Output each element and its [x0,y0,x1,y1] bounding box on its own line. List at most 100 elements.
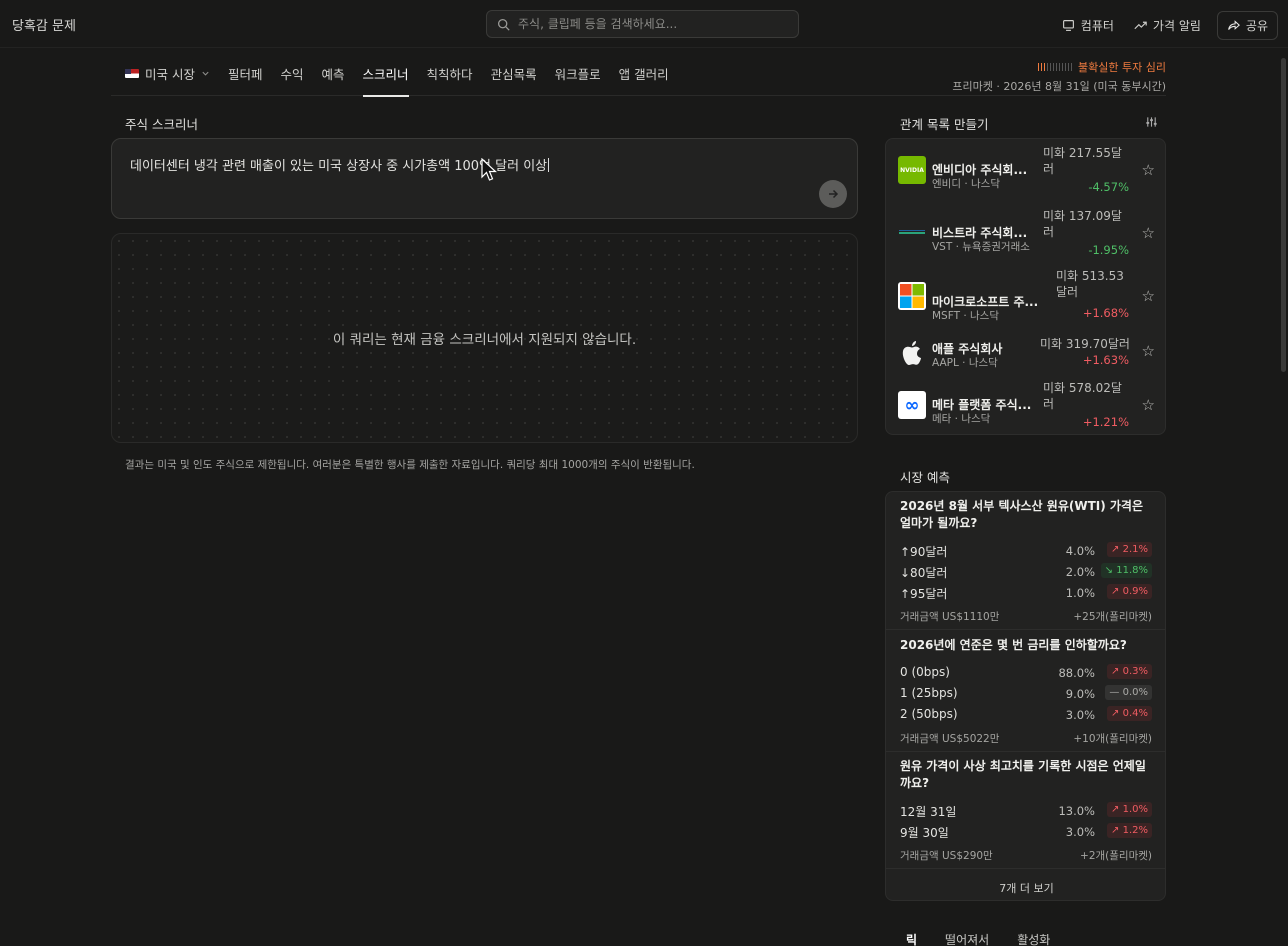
bottom-tab-0[interactable]: 릭 [906,931,917,946]
option-change: ↗ 0.3% [1107,664,1152,679]
option-label: 1 (25bps) [900,686,958,700]
sentiment-bar [1052,63,1055,71]
option-probability: 4.0% [1065,544,1095,558]
divider [886,868,1165,869]
prediction-option[interactable]: 0 (0bps) 88.0% ↗ 0.3% [900,664,1152,682]
microsoft-logo-icon [898,282,926,310]
tab-1[interactable]: 수익 [281,64,304,97]
bottom-tab-1[interactable]: 떨어져서 [945,931,989,946]
monitor-icon [1062,20,1074,31]
search-box[interactable] [486,10,799,38]
option-probability: 2.0% [1065,565,1095,579]
predictions-card: 2026년 8월 서부 텍사스산 원유(WTI) 가격은 얼마가 될까요? ↑90… [885,491,1166,901]
stock-exchange: 엔비디 · 나스닥 [932,178,1000,190]
star-icon[interactable]: ☆ [1142,396,1155,414]
tab-2[interactable]: 예측 [322,64,345,97]
prediction-option[interactable]: 12월 31일 13.0% ↗ 1.0% [900,802,1152,820]
stock-exchange: VST · 뉴욕증권거래소 [932,241,1030,253]
scrollbar-thumb[interactable] [1281,58,1286,372]
unsupported-message: 이 쿼리는 현재 금융 스크리너에서 지원되지 않습니다. [332,332,637,348]
market-status: 불확실한 투자 심리 프리마켓 · 2026년 8월 31일 (미국 동부시간) [952,59,1166,94]
text-caret [548,158,550,172]
sentiment-label: 불확실한 투자 심리 [1078,61,1166,74]
sliders-icon[interactable] [1145,116,1158,128]
watchlist-item[interactable]: NVIDIA 엔비디아 주식회... 엔비디 · 나스닥 미화 217.55달러 -4.… [886,143,1167,197]
option-label: 2 (50bps) [900,707,958,721]
prediction-option[interactable]: 9월 30일 3.0% ↗ 1.2% [900,823,1152,841]
sentiment-bar [1046,63,1049,71]
option-probability: 3.0% [1065,708,1095,722]
share-icon [1228,20,1240,30]
tab-7[interactable]: 앱 갤러리 [619,64,669,97]
sentiment-indicator[interactable]: 불확실한 투자 심리 [952,59,1166,75]
share-button[interactable]: 공유 [1216,11,1278,40]
sentiment-bar [1064,63,1067,71]
star-icon[interactable]: ☆ [1142,224,1155,242]
watchlist-title: 관계 목록 만들기 [900,117,989,132]
apple-logo-icon [898,339,926,367]
sentiment-bar [1055,63,1058,71]
prediction-footer: 거래금액 US$1110만 +25개(폴리마켓) [900,609,1152,624]
submit-query-button[interactable] [819,180,847,208]
option-change: ↗ 1.2% [1107,823,1152,838]
more-outcomes-link[interactable]: +10개(폴리마켓) [1073,731,1152,746]
sentiment-bar [1067,63,1070,71]
market-selector[interactable]: 미국 시장 [125,64,210,97]
prediction-option[interactable]: 2 (50bps) 3.0% ↗ 0.4% [900,706,1152,724]
tab-5[interactable]: 관심목록 [491,64,537,97]
stock-exchange: MSFT · 나스닥 [932,310,999,322]
divider [886,751,1165,752]
stock-price: 미화 137.09달러 [1043,209,1122,239]
trade-volume: 거래금액 US$5022만 [900,733,1000,745]
stock-change: -1.95% [1088,243,1129,257]
see-more-button[interactable]: 7개 더 보기 [886,880,1165,896]
mouse-cursor-icon [481,158,497,181]
brand-title[interactable]: 당혹감 문제 [12,15,76,34]
prediction-option[interactable]: ↓80달러 2.0% ↘ 11.8% [900,563,1152,581]
option-change: — 0.0% [1105,685,1152,700]
option-label: 0 (0bps) [900,665,950,679]
computer-button[interactable]: 컴퓨터 [1058,13,1118,38]
watchlist-item[interactable]: 애플 주식회사 AAPL · 나스닥 미화 319.70달러 +1.63% ☆ [886,326,1167,380]
star-icon[interactable]: ☆ [1142,287,1155,305]
tab-6[interactable]: 워크플로 [555,64,601,97]
prediction-option[interactable]: ↑90달러 4.0% ↗ 2.1% [900,542,1152,560]
tab-0[interactable]: 필터페 [228,64,263,97]
star-icon[interactable]: ☆ [1142,161,1155,179]
nvidia-logo-icon: NVIDIA [898,156,926,184]
option-probability: 3.0% [1065,825,1095,839]
prediction-question[interactable]: 원유 가격이 사상 최고치를 기록한 시점은 언제일까요? [900,758,1155,792]
watchlist-item[interactable]: 마이크로소프트 주... MSFT · 나스닥 미화 513.53달러 +1.68% ☆ [886,268,1167,332]
tab-3[interactable]: 스크리너 [362,64,409,97]
more-outcomes-link[interactable]: +25개(폴리마켓) [1073,609,1152,624]
watchlist-item[interactable]: 비스트라 주식회... VST · 뉴욕증권거래소 미화 137.09달러 -1.95… [886,206,1167,260]
star-icon[interactable]: ☆ [1142,342,1155,360]
sentiment-bar [1043,63,1046,71]
screener-title: 주식 스크리너 [125,117,198,132]
prediction-option[interactable]: 1 (25bps) 9.0% — 0.0% [900,685,1152,703]
top-bar: 당혹감 문제 컴퓨터 가격 알림 공유 [0,0,1288,48]
trade-volume: 거래금액 US$290만 [900,850,993,862]
option-label: 9월 30일 [900,826,949,840]
more-outcomes-link[interactable]: +2개(폴리마켓) [1080,848,1152,863]
sentiment-meter [1037,63,1073,71]
stock-change: +1.21% [1082,415,1129,429]
watchlist-item[interactable]: ∞ 메타 플랫폼 주식... 메타 · 나스닥 미화 578.02달러 +1.21% ☆ [886,378,1167,432]
option-label: ↑95달러 [900,587,948,601]
prediction-question[interactable]: 2026년 8월 서부 텍사스산 원유(WTI) 가격은 얼마가 될까요? [900,498,1155,532]
us-flag-icon [125,69,139,78]
share-label: 공유 [1245,19,1268,33]
sentiment-bar [1070,63,1073,71]
computer-label: 컴퓨터 [1080,19,1114,33]
bottom-tab-2[interactable]: 활성화 [1017,931,1050,946]
market-label: 미국 시장 [145,67,195,82]
search-input[interactable] [518,17,788,31]
tab-4[interactable]: 칙칙하다 [427,64,473,97]
option-change: ↗ 2.1% [1107,542,1152,557]
prediction-option[interactable]: ↑95달러 1.0% ↗ 0.9% [900,584,1152,602]
price-alert-button[interactable]: 가격 알림 [1130,13,1205,38]
watchlist-card: NVIDIA 엔비디아 주식회... 엔비디 · 나스닥 미화 217.55달러 -4.… [885,138,1166,435]
option-change: ↗ 1.0% [1107,802,1152,817]
prediction-question[interactable]: 2026년에 연준은 몇 번 금리를 인하할까요? [900,637,1155,654]
bottom-tabs: 릭 떨어져서 활성화 [906,931,1050,946]
